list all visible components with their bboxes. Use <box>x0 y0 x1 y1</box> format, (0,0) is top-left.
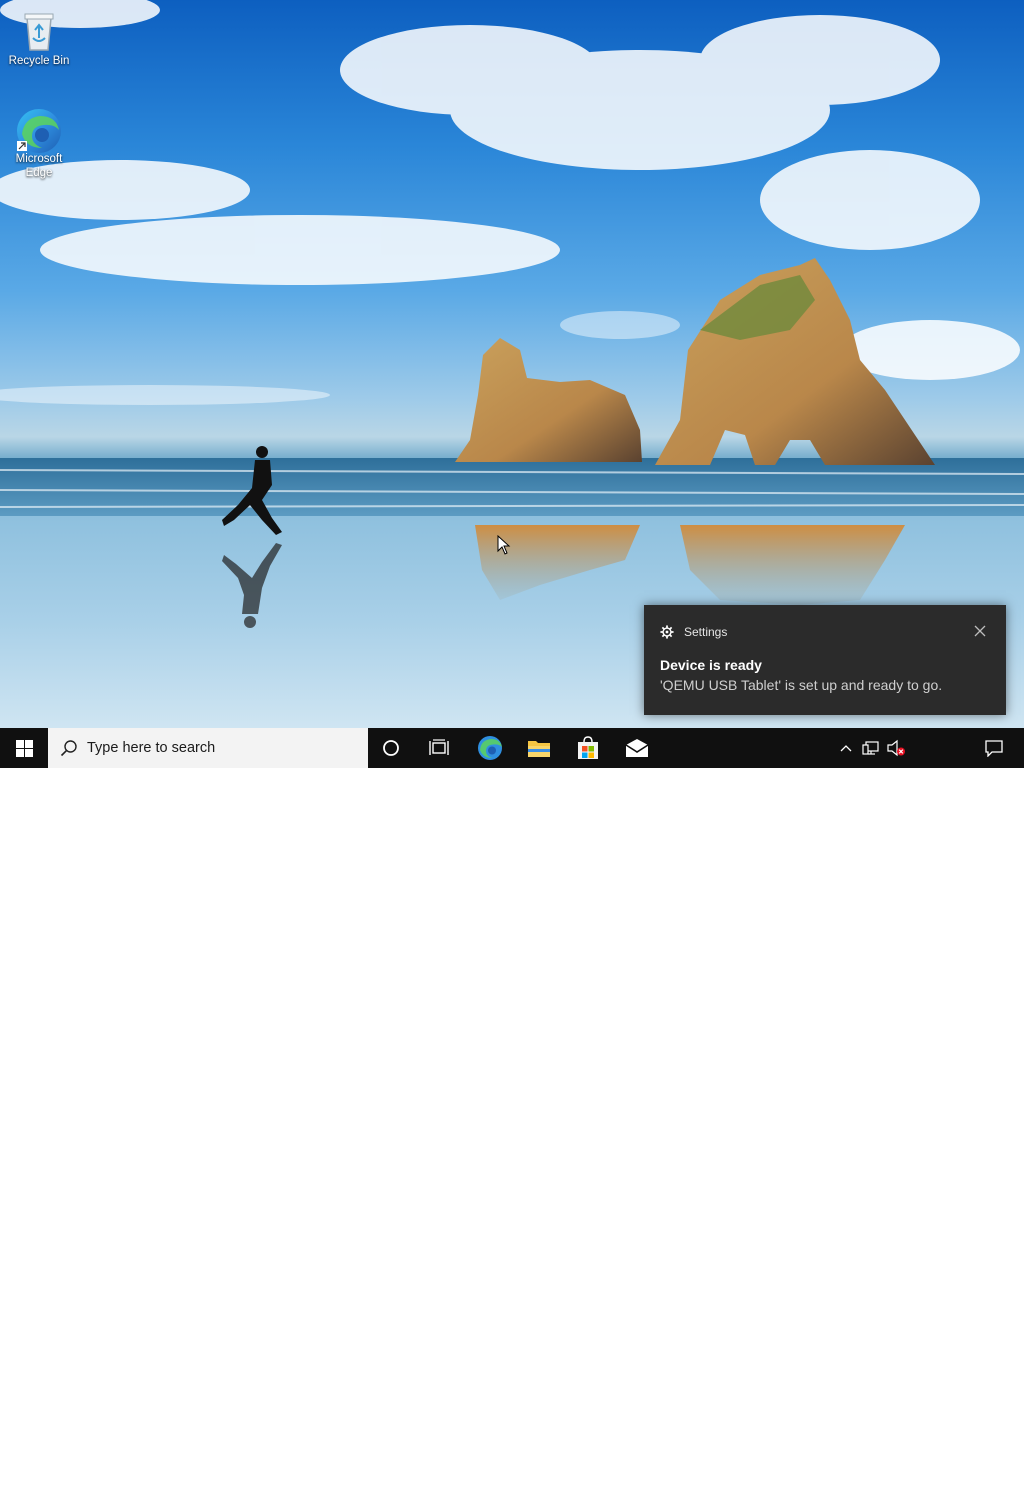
search-box[interactable]: Type here to search <box>48 728 368 768</box>
microsoft-store-icon <box>578 736 598 759</box>
desktop-icon-microsoft-edge[interactable]: Microsoft Edge <box>1 106 77 180</box>
file-explorer-icon <box>528 741 550 757</box>
volume-muted-icon <box>887 739 905 757</box>
network-button[interactable] <box>859 728 883 768</box>
volume-button[interactable] <box>884 728 908 768</box>
toast-message: 'QEMU USB Tablet' is set up and ready to… <box>660 677 943 693</box>
taskbar: Type here to search 12:02 AM 1/19/2022 <box>0 728 1024 1491</box>
notifications-icon <box>985 740 1003 757</box>
gear-icon <box>660 625 674 639</box>
desktop-icon-label: Microsoft Edge <box>15 153 63 179</box>
clock-date: 1/19/2022 <box>912 1477 966 1491</box>
clock-time: 12:02 AM <box>913 1460 965 1474</box>
mail-button[interactable] <box>614 728 660 768</box>
close-icon[interactable] <box>972 623 988 639</box>
chevron-up-icon <box>840 745 852 752</box>
desktop-icon-label: Recycle Bin <box>8 55 70 67</box>
edge-icon <box>17 106 61 153</box>
search-placeholder: Type here to search <box>87 740 216 756</box>
start-button[interactable] <box>0 728 48 768</box>
mouse-cursor-icon <box>497 535 511 555</box>
toast-title: Device is ready <box>660 657 762 673</box>
taskbar-edge-button[interactable] <box>466 728 514 768</box>
desktop[interactable]: Recycle Bin Microsoft Edge Settings Devi… <box>0 0 1024 728</box>
notification-toast[interactable]: Settings Device is ready 'QEMU USB Table… <box>644 605 1006 715</box>
toast-header: Settings <box>660 624 727 640</box>
cortana-icon <box>383 740 399 756</box>
edge-icon <box>478 736 502 760</box>
microsoft-store-button[interactable] <box>565 728 611 768</box>
task-view-button[interactable] <box>416 728 462 768</box>
toast-app-name: Settings <box>684 625 728 639</box>
file-explorer-button[interactable] <box>516 728 562 768</box>
network-icon <box>862 741 879 755</box>
search-icon <box>60 740 77 757</box>
windows-logo-icon <box>15 739 33 757</box>
clock[interactable]: 12:02 AM 1/19/2022 <box>906 1459 972 1493</box>
cortana-button[interactable] <box>368 728 414 768</box>
recycle-bin-icon <box>17 8 61 52</box>
desktop-icon-recycle-bin[interactable]: Recycle Bin <box>1 8 77 68</box>
show-hidden-icons-button[interactable] <box>836 728 856 768</box>
action-center-button[interactable] <box>976 728 1012 768</box>
task-view-icon <box>429 739 449 755</box>
mail-icon <box>625 739 649 757</box>
